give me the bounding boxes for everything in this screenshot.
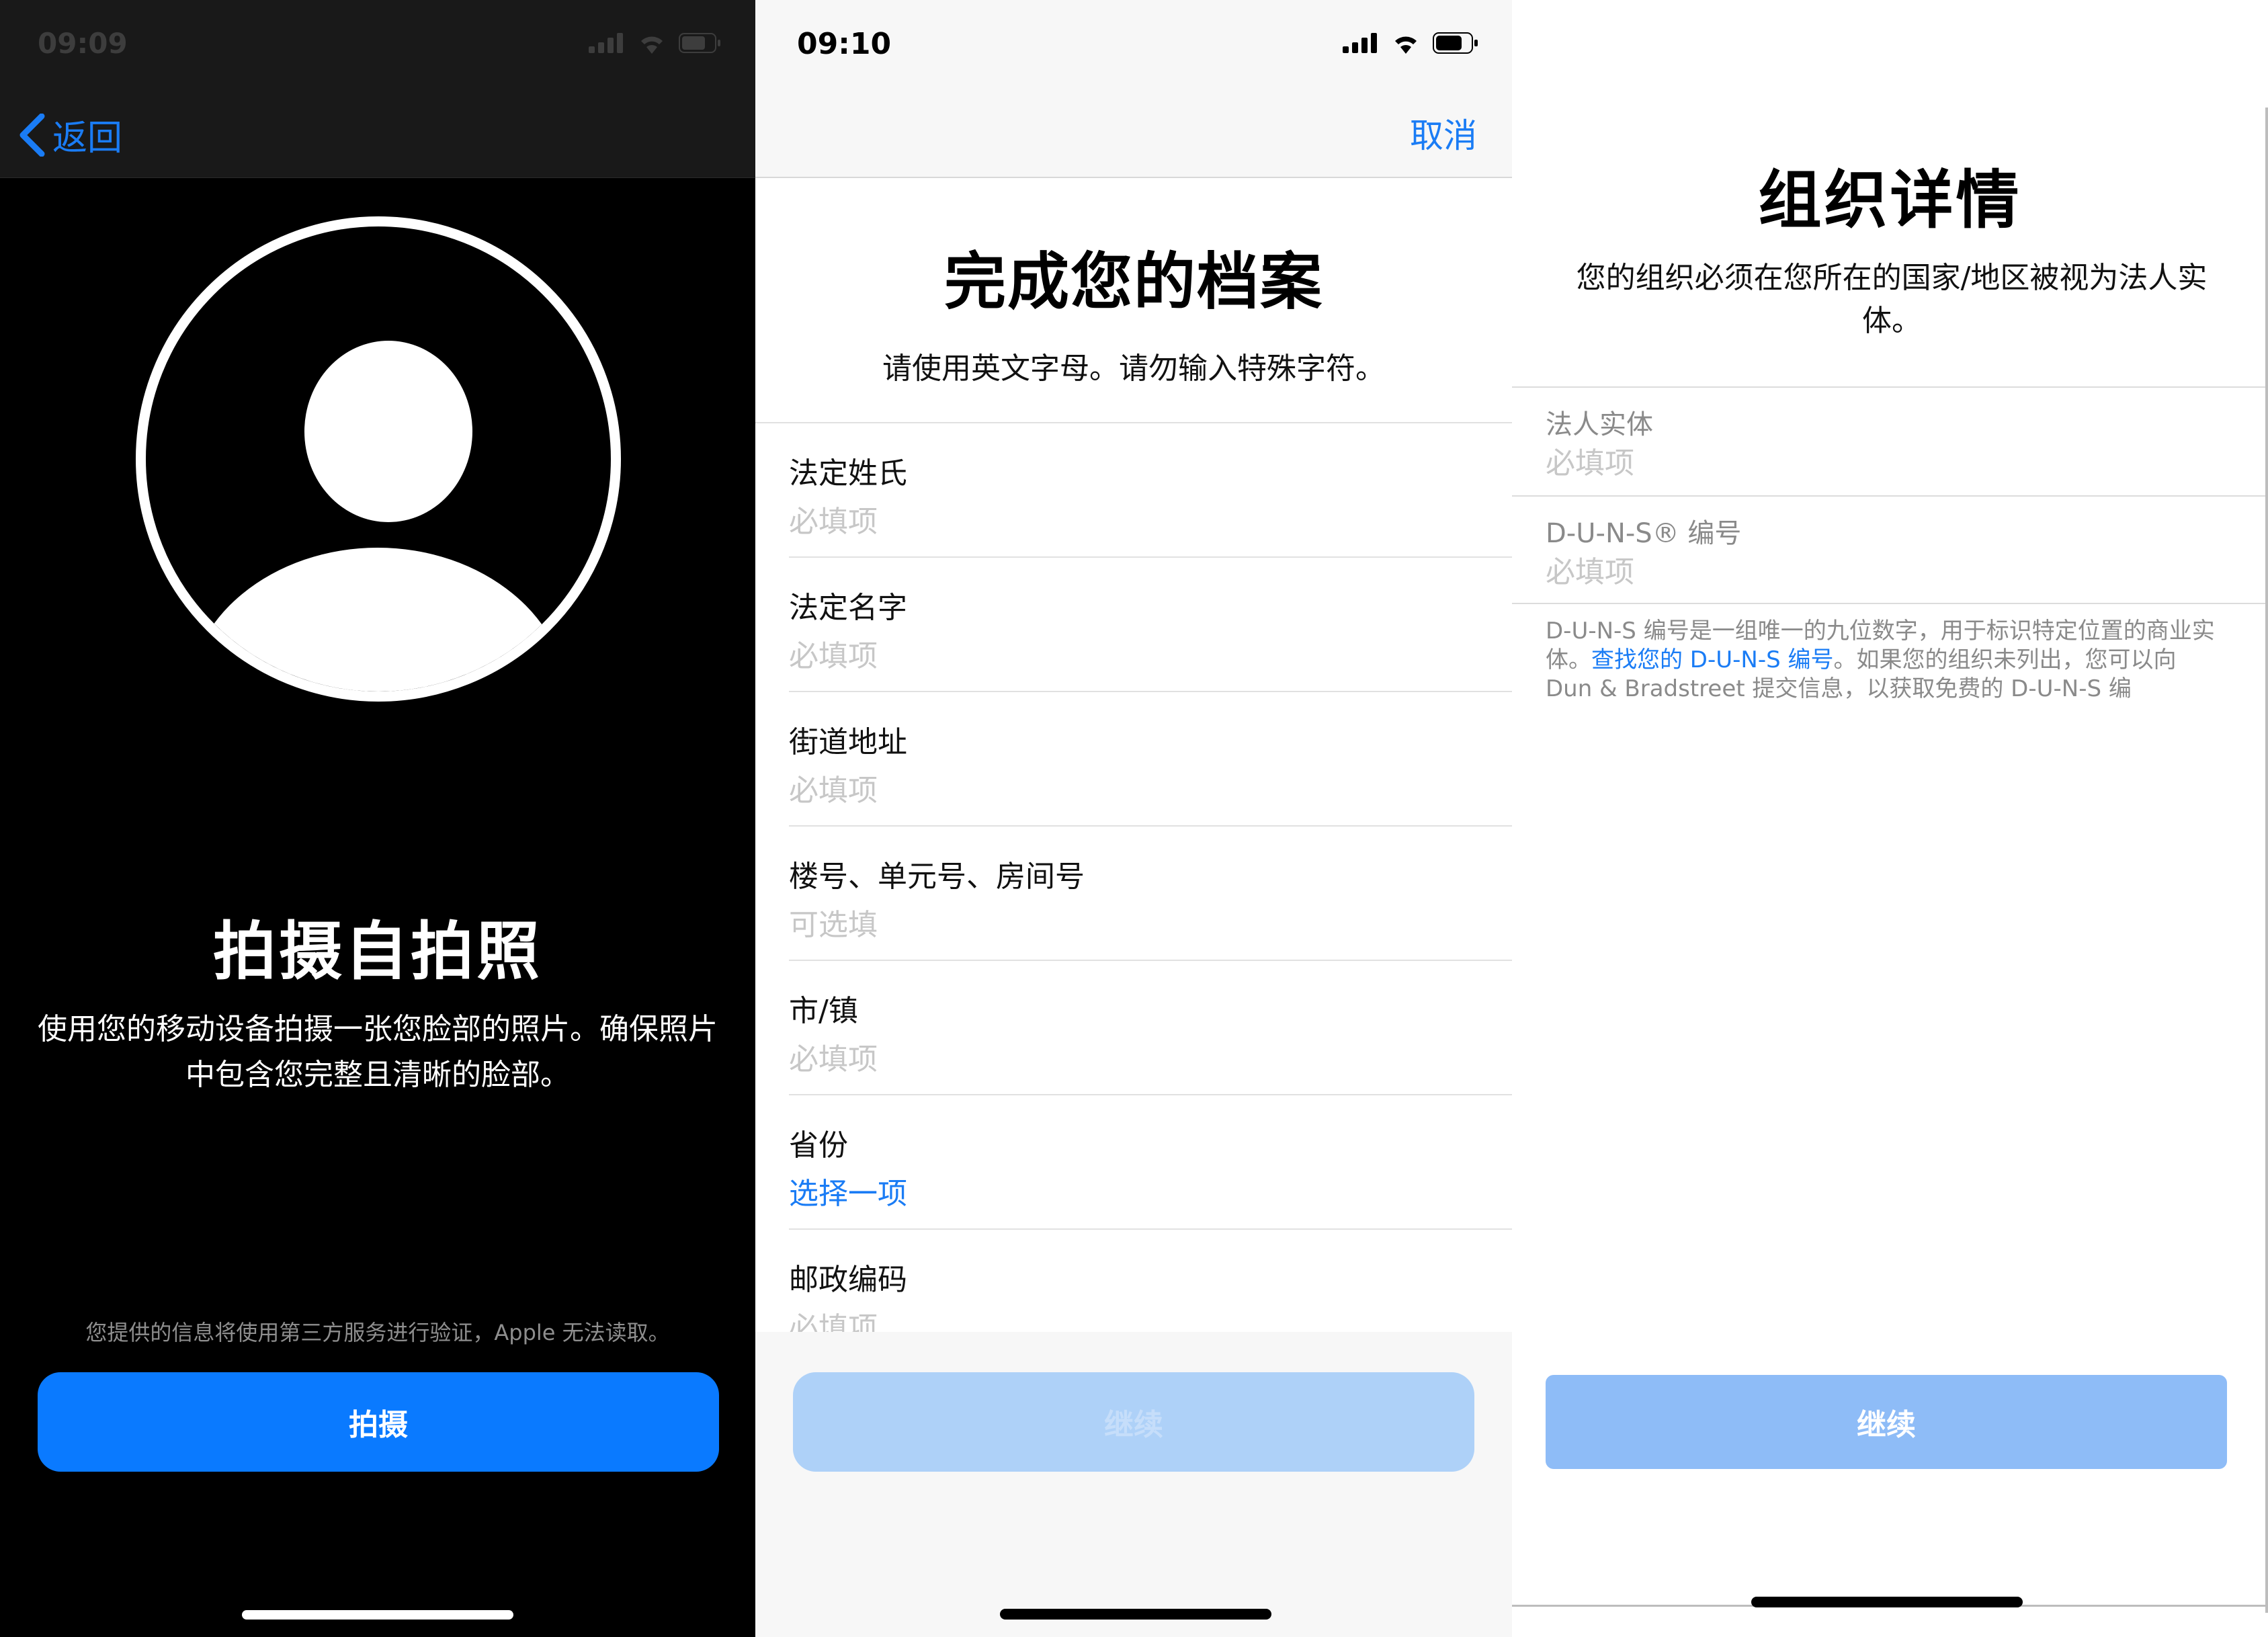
signal-icon	[589, 33, 623, 53]
field-building-unit[interactable]: 楼号、单元号、房间号 可选填	[789, 827, 1512, 961]
wifi-icon	[641, 36, 663, 54]
legal-entity-input[interactable]: 必填项	[1546, 439, 1634, 482]
field-duns-number[interactable]: D-U-N-S® 编号 必填项	[1512, 495, 2268, 603]
field-label: 法人实体	[1546, 409, 1653, 440]
city-input[interactable]: 必填项	[789, 1035, 878, 1078]
avatar-body	[186, 548, 569, 691]
field-label: 市/镇	[789, 994, 858, 1028]
cancel-button[interactable]: 取消	[1410, 109, 1477, 157]
field-legal-entity[interactable]: 法人实体 必填项	[1546, 388, 2268, 495]
continue-button[interactable]: 继续	[793, 1372, 1474, 1472]
status-icons	[1343, 32, 1480, 54]
panel-edge	[2265, 108, 2268, 1613]
page-subtitle: 请使用英文字母。请勿输入特殊字符。	[882, 351, 1385, 386]
field-city[interactable]: 市/镇 必填项	[789, 961, 1512, 1095]
last-name-input[interactable]: 必填项	[789, 497, 878, 540]
profile-screen: 09:10 取消 完成您的档案 请使用英文字母。请勿输入特殊字符。 法定姓氏 必…	[755, 0, 1512, 1637]
field-label: 法定姓氏	[789, 456, 907, 491]
avatar-head	[304, 341, 472, 522]
bottom-bar: 继续	[755, 1332, 1512, 1637]
organization-screen: 组织详情 您的组织必须在您所在的国家/地区被视为法人实体。 法人实体 必填项 D…	[1512, 0, 2268, 1637]
chevron-left-icon	[19, 113, 45, 157]
status-icons	[589, 32, 722, 54]
field-street-address[interactable]: 街道地址 必填项	[789, 692, 1512, 827]
status-bar: 09:09	[0, 0, 755, 91]
battery-icon	[1433, 32, 1478, 54]
take-photo-button[interactable]: 拍摄	[38, 1372, 719, 1472]
status-time: 09:09	[38, 27, 128, 60]
field-label: 省份	[789, 1128, 848, 1163]
page-description: 您的组织必须在您所在的国家/地区被视为法人实体。	[1576, 261, 2208, 338]
page-title: 完成您的档案	[943, 246, 1323, 318]
page-title: 拍摄自拍照	[212, 915, 542, 989]
field-last-name[interactable]: 法定姓氏 必填项	[789, 423, 1512, 558]
field-label: 法定名字	[789, 591, 907, 625]
person-icon	[136, 216, 621, 702]
page-description: 使用您的移动设备拍摄一张您脸部的照片。确保照片中包含您完整且清晰的脸部。	[38, 1012, 718, 1092]
wifi-icon	[1395, 36, 1417, 54]
field-first-name[interactable]: 法定名字 必填项	[789, 558, 1512, 692]
street-address-input[interactable]: 必填项	[789, 766, 878, 809]
status-time: 09:10	[797, 27, 892, 61]
duns-number-input[interactable]: 必填项	[1546, 548, 1634, 591]
navigation-bar: 09:10 取消	[755, 0, 1512, 178]
field-province[interactable]: 省份 选择一项	[789, 1095, 1512, 1230]
duns-info-note: D-U-N-S 编号是一组唯一的九位数字，用于标识特定位置的商业实体。查找您的 …	[1546, 617, 2218, 704]
battery-icon	[679, 33, 720, 53]
continue-button[interactable]: 继续	[1546, 1375, 2227, 1469]
home-indicator	[1751, 1597, 2023, 1607]
back-label: 返回	[52, 118, 123, 159]
back-button[interactable]: 返回	[17, 110, 122, 160]
profile-form: 法定姓氏 必填项 法定名字 必填项 街道地址 必填项 楼号、单元号、房间号 可选…	[755, 422, 1512, 1364]
selfie-screen: 09:09 返回 拍摄自拍照 使用您的移动设备拍摄一张您脸部的照片。确保照片中包…	[0, 0, 755, 1637]
organization-form: 法人实体 必填项 D-U-N-S® 编号 必填项	[1512, 386, 2268, 604]
field-label: 街道地址	[789, 725, 907, 759]
page-title: 组织详情	[1758, 164, 2022, 237]
navigation-bar: 返回	[0, 91, 755, 178]
field-label: D-U-N-S® 编号	[1546, 518, 1742, 549]
find-duns-link[interactable]: 查找您的 D-U-N-S 编号	[1591, 646, 1834, 673]
first-name-input[interactable]: 必填项	[789, 632, 878, 675]
building-unit-input[interactable]: 可选填	[789, 900, 878, 943]
privacy-note: 您提供的信息将使用第三方服务进行验证，Apple 无法读取。	[85, 1320, 670, 1345]
signal-icon	[1343, 33, 1377, 53]
field-label: 邮政编码	[789, 1263, 907, 1297]
home-indicator	[1000, 1609, 1271, 1620]
home-indicator	[242, 1610, 513, 1620]
province-select[interactable]: 选择一项	[789, 1169, 907, 1212]
field-label: 楼号、单元号、房间号	[789, 859, 1085, 894]
